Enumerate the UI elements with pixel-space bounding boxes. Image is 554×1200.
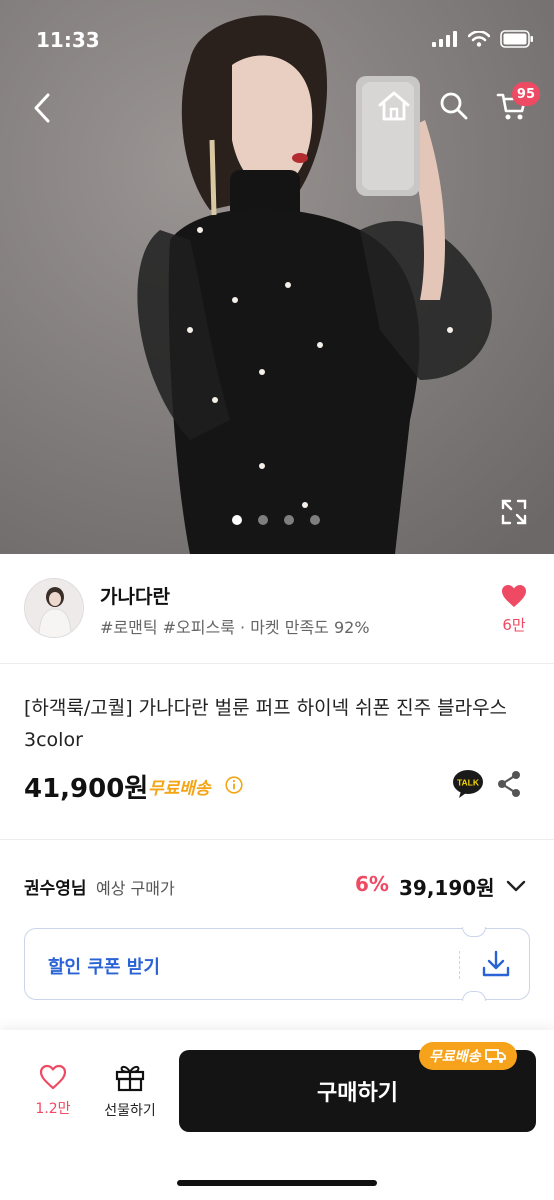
gift-button[interactable]: 선물하기 xyxy=(96,1062,164,1120)
product-info: [하객룩/고퀄] 가나다란 벌룬 퍼프 하이넥 쉬폰 진주 블라우스 3colo… xyxy=(0,664,554,840)
wish-count: 1.2만 xyxy=(35,1101,71,1117)
coupon-divider xyxy=(459,951,460,979)
discount-rate: 6% xyxy=(355,872,389,896)
status-icons xyxy=(432,30,534,48)
product-price: 41,900원 xyxy=(24,774,149,804)
gallery-dot[interactable] xyxy=(232,515,242,525)
cart-button[interactable]: 95 xyxy=(490,82,540,128)
seller-like-count: 6만 xyxy=(502,616,526,634)
share-icon[interactable] xyxy=(496,770,522,798)
free-shipping-badge-label: 무료배송 xyxy=(429,1049,481,1065)
gallery-dot[interactable] xyxy=(310,515,320,525)
seller-avatar[interactable] xyxy=(24,578,84,638)
chevron-down-icon[interactable] xyxy=(504,874,528,898)
talk-icon[interactable]: TALK xyxy=(452,769,484,799)
talk-label: TALK xyxy=(457,778,480,788)
coupon-notch xyxy=(462,991,486,1001)
heart-icon xyxy=(502,585,526,607)
coupon-notch xyxy=(462,927,486,937)
home-icon xyxy=(378,91,410,121)
signal-icon xyxy=(432,31,457,47)
truck-icon xyxy=(484,1049,506,1063)
seller-section[interactable]: 가나다란 #로맨틱 #오피스룩 · 마켓 만족도 92% 6만 xyxy=(0,554,554,664)
product-title: [하객룩/고퀄] 가나다란 벌룬 퍼프 하이넥 쉬폰 진주 블라우스 3colo… xyxy=(24,697,508,751)
free-shipping-badge: 무료배송 xyxy=(419,1042,517,1070)
status-time: 11:33 xyxy=(36,28,100,52)
coupon-label: 할인 쿠폰 받기 xyxy=(48,957,160,978)
search-button[interactable] xyxy=(432,84,476,128)
gift-label: 선물하기 xyxy=(104,1103,156,1119)
gallery-dot[interactable] xyxy=(284,515,294,525)
wifi-icon xyxy=(468,31,490,47)
download-icon[interactable] xyxy=(481,949,511,979)
gift-icon xyxy=(115,1065,145,1092)
home-button[interactable] xyxy=(372,84,416,128)
wish-button[interactable]: 1.2만 xyxy=(24,1064,82,1118)
coupon-button[interactable]: 할인 쿠폰 받기 xyxy=(24,927,530,1001)
avatar-image xyxy=(25,579,83,637)
home-indicator xyxy=(177,1180,377,1186)
battery-icon xyxy=(500,30,533,48)
gallery-dots xyxy=(232,515,320,525)
member-name: 권수영님 xyxy=(24,879,87,899)
expand-icon[interactable] xyxy=(500,498,528,526)
expected-price-label: 예상 구매가 xyxy=(96,879,175,898)
gallery-dot[interactable] xyxy=(258,515,268,525)
info-icon[interactable] xyxy=(225,776,243,794)
seller-like-button[interactable]: 6만 xyxy=(500,584,528,635)
product-image-gallery[interactable]: 11:33 95 xyxy=(0,0,554,554)
search-icon xyxy=(440,92,468,120)
back-icon xyxy=(34,93,50,123)
back-button[interactable] xyxy=(20,86,64,130)
free-shipping-label: 무료배송 xyxy=(148,779,211,799)
seller-tags: #로맨틱 #오피스룩 · 마켓 만족도 92% xyxy=(100,618,370,637)
cart-badge: 95 xyxy=(511,82,540,106)
expected-price-row[interactable]: 권수영님 예상 구매가 6% 39,190원 xyxy=(0,842,554,928)
heart-outline-icon xyxy=(39,1064,67,1090)
seller-name[interactable]: 가나다란 xyxy=(100,582,170,609)
expected-price: 39,190원 xyxy=(399,876,495,900)
bottom-action-bar: 1.2만 선물하기 구매하기 무료배송 xyxy=(0,1030,554,1200)
status-bar: 11:33 xyxy=(0,0,554,80)
